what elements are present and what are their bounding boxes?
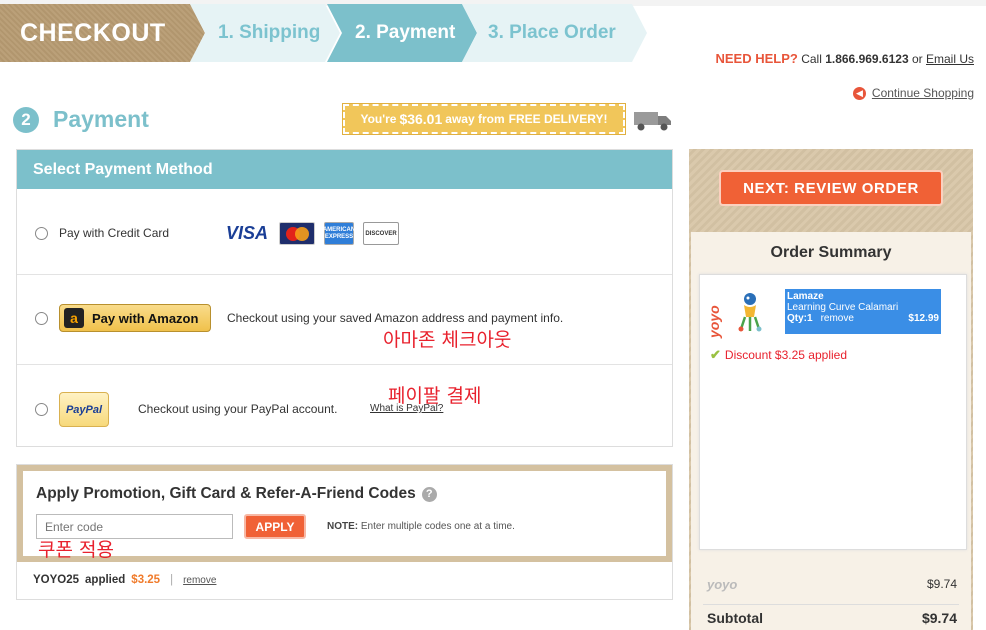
amazon-icon: a xyxy=(64,308,84,328)
delivery-truck-icon xyxy=(634,112,671,131)
product-thumbnail xyxy=(738,293,762,332)
item-brand: Lamaze xyxy=(787,291,824,302)
credit-card-radio[interactable] xyxy=(35,227,48,240)
order-summary-title: Order Summary xyxy=(770,244,892,261)
mastercard-orange-circle xyxy=(294,226,309,241)
credit-card-label: Pay with Credit Card xyxy=(59,226,170,240)
step-place-order: 3. Place Order xyxy=(462,4,647,62)
promo-note-label: NOTE: xyxy=(327,521,359,532)
order-sidebar: NEXT: REVIEW ORDER Order Summary yoyo La… xyxy=(689,149,973,630)
paypal-radio[interactable] xyxy=(35,403,48,416)
subtotal-row: Subtotal $9.74 xyxy=(707,610,957,626)
page-title: Payment xyxy=(53,106,149,132)
checkmark-icon: ✔ xyxy=(710,347,721,362)
amazon-description: Checkout using your saved Amazon address… xyxy=(227,311,564,325)
continue-shopping-link[interactable]: ◀ Continue Shopping xyxy=(852,86,974,100)
free-delivery-banner: You're $36.01 away from FREE DELIVERY! xyxy=(342,103,626,135)
visa-logo: VISA xyxy=(225,223,268,243)
amazon-radio[interactable] xyxy=(35,312,48,325)
pay-with-amazon-label: Pay with Amazon xyxy=(92,310,199,326)
next-review-order-button[interactable]: NEXT: REVIEW ORDER xyxy=(719,170,943,206)
continue-shopping-label: Continue Shopping xyxy=(871,86,974,100)
store-total: $9.74 xyxy=(926,577,957,591)
free-delivery-prefix: You're xyxy=(360,112,397,126)
paypal-button[interactable]: PayPal xyxy=(59,392,109,427)
summary-divider xyxy=(703,604,959,605)
paypal-description: Checkout using your PayPal account. xyxy=(138,402,338,416)
apply-code-button[interactable]: APPLY xyxy=(244,514,306,539)
promo-section: Apply Promotion, Gift Card & Refer-A-Fri… xyxy=(16,464,673,600)
promo-note: NOTE: Enter multiple codes one at a time… xyxy=(327,521,515,532)
item-meta: Qty:1 remove $12.99 xyxy=(787,313,939,324)
order-items-box: yoyo Lamaze Learning Curve Calamari Qty:… xyxy=(699,274,967,550)
amazon-option[interactable]: a Pay with Amazon Checkout using your sa… xyxy=(17,275,672,365)
item-qty-remove: Qty:1 remove xyxy=(787,313,854,324)
applied-amount: $3.25 xyxy=(131,574,161,586)
promo-note-text: Enter multiple codes one at a time. xyxy=(360,521,515,532)
free-delivery-amount: $36.01 xyxy=(399,111,443,127)
amex-logo: AMERICAN EXPRESS xyxy=(322,222,356,245)
step-number-badge: 2 xyxy=(13,106,39,133)
cart-item[interactable]: Lamaze Learning Curve Calamari Qty:1 rem… xyxy=(785,289,941,334)
paypal-option[interactable]: PayPal Checkout using your PayPal accoun… xyxy=(17,365,672,447)
applied-word: applied xyxy=(85,574,126,586)
call-label: Call xyxy=(801,52,822,66)
amazon-annotation: 아마존 체크아웃 xyxy=(383,329,512,351)
item-name: Learning Curve Calamari xyxy=(787,302,899,313)
promo-frame: Apply Promotion, Gift Card & Refer-A-Fri… xyxy=(17,465,672,562)
payment-method-header: Select Payment Method xyxy=(17,150,672,189)
email-us-link[interactable]: Email Us xyxy=(926,52,974,66)
amex-text: AMERICAN EXPRESS xyxy=(322,226,356,240)
item-price: $12.99 xyxy=(908,313,939,324)
item-qty: Qty:1 xyxy=(787,313,813,324)
step-payment: 2. Payment xyxy=(327,4,477,62)
step-shipping[interactable]: 1. Shipping xyxy=(190,4,340,62)
help-question-icon[interactable]: ? xyxy=(421,486,437,502)
discount-text: Discount $3.25 applied xyxy=(724,348,847,362)
discount-applied: ✔ Discount $3.25 applied xyxy=(710,347,847,363)
free-delivery-middle: away from xyxy=(445,112,505,126)
remove-code-link[interactable]: remove xyxy=(183,575,216,586)
applied-separator: | xyxy=(170,574,174,586)
coupon-annotation: 쿠폰 적용 xyxy=(38,539,114,561)
yoyo-store-logo: yoyo xyxy=(707,577,738,592)
subtotal-label: Subtotal xyxy=(707,610,763,626)
applied-code: YOYO25 xyxy=(33,574,80,586)
free-delivery-suffix: FREE DELIVERY! xyxy=(508,112,608,126)
promo-title: Apply Promotion, Gift Card & Refer-A-Fri… xyxy=(36,485,437,503)
discover-logo: DISCOVER xyxy=(363,222,399,245)
promo-title-label: Apply Promotion, Gift Card & Refer-A-Fri… xyxy=(36,485,416,502)
checkout-title: CHECKOUT xyxy=(0,4,205,62)
help-contact: NEED HELP? Call 1.866.969.6123 or Email … xyxy=(716,51,975,66)
applied-code-row: YOYO25 applied $3.25 | remove xyxy=(33,574,216,586)
payment-heading: 2 Payment xyxy=(13,106,149,133)
or-label: or xyxy=(911,52,923,66)
store-total-row: yoyo $9.74 xyxy=(707,577,957,592)
paypal-annotation: 페이팔 결제 xyxy=(388,385,482,407)
credit-card-option[interactable]: Pay with Credit Card VISA AMERICAN EXPRE… xyxy=(17,189,672,275)
order-summary-panel: Order Summary yoyo Lamaze Learning Curve… xyxy=(691,232,971,630)
promo-inner: Apply Promotion, Gift Card & Refer-A-Fri… xyxy=(23,471,666,561)
need-help-label: NEED HELP? xyxy=(715,51,798,66)
payment-method-panel: Select Payment Method Pay with Credit Ca… xyxy=(16,149,673,447)
yoyo-logo: yoyo xyxy=(706,305,722,339)
pay-with-amazon-button[interactable]: a Pay with Amazon xyxy=(59,304,211,332)
mastercard-logo xyxy=(279,222,315,245)
subtotal-value: $9.74 xyxy=(921,610,957,626)
item-remove-link[interactable]: remove xyxy=(821,313,854,324)
back-arrow-icon: ◀ xyxy=(852,86,866,100)
phone-number: 1.866.969.6123 xyxy=(825,52,909,66)
